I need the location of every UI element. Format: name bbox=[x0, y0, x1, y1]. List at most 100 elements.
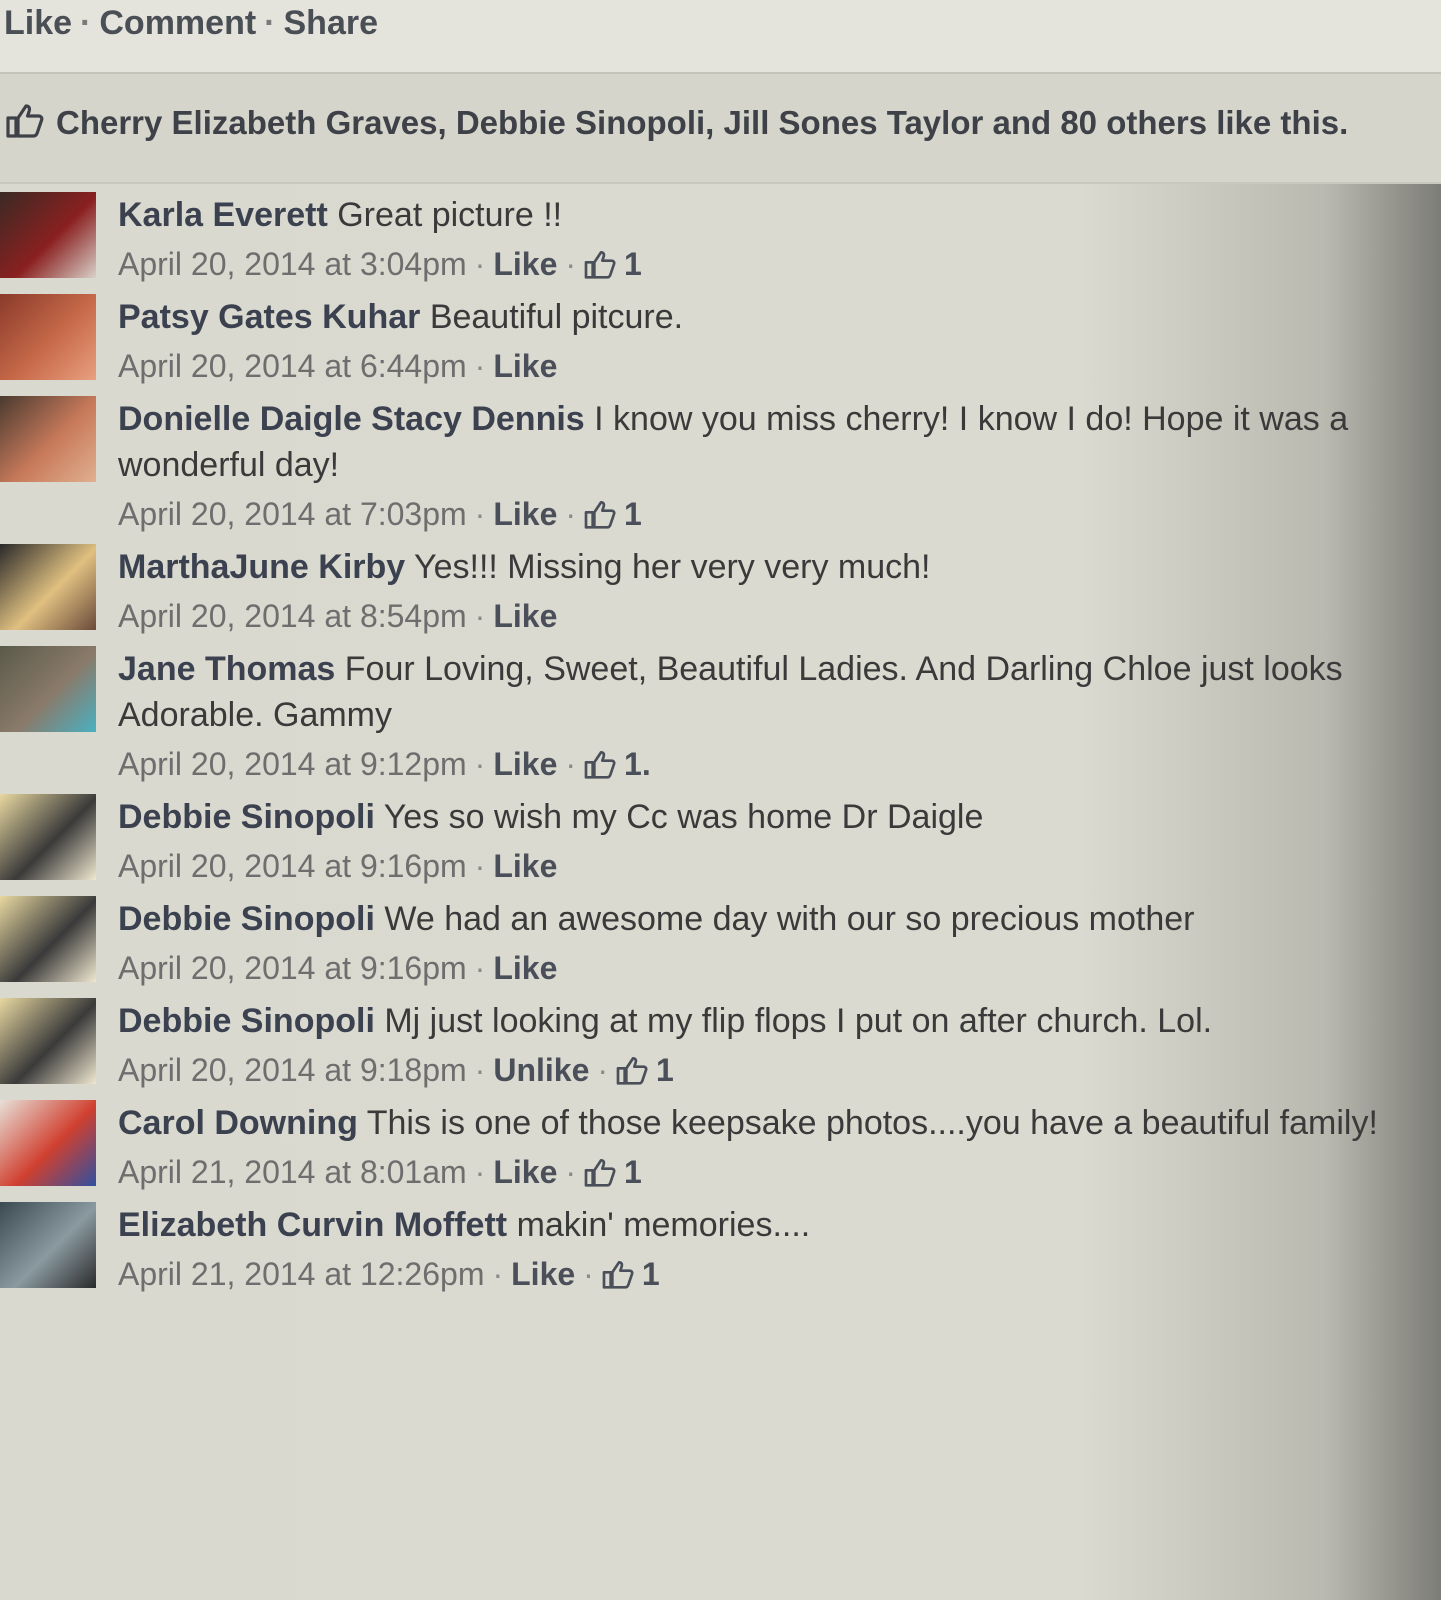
separator: · bbox=[597, 1052, 609, 1088]
separator: · bbox=[264, 4, 276, 42]
separator: · bbox=[565, 246, 577, 282]
comment-like-button[interactable]: Like bbox=[493, 950, 557, 986]
comment-timestamp[interactable]: April 20, 2014 at 9:12pm bbox=[118, 746, 467, 782]
like-count-thumbs-up-icon[interactable] bbox=[584, 246, 624, 282]
comment-author[interactable]: Carol Downing bbox=[118, 1104, 358, 1142]
like-count-thumbs-up-icon[interactable] bbox=[584, 746, 624, 782]
comment-like-count[interactable]: 1 bbox=[656, 1052, 674, 1088]
comment-like-button[interactable]: Like bbox=[493, 1154, 557, 1190]
like-count-thumbs-up-icon[interactable] bbox=[584, 1154, 624, 1190]
post-action-bar: Like · Comment · Share bbox=[0, 0, 1441, 74]
comment-text: Yes!!! Missing her very very much! bbox=[414, 548, 931, 586]
separator: · bbox=[474, 746, 486, 782]
comment-item: Karla Everett Great picture !! April 20, … bbox=[0, 184, 1441, 286]
comment-timestamp[interactable]: April 20, 2014 at 9:18pm bbox=[118, 1052, 467, 1088]
comment-text: Yes so wish my Cc was home Dr Daigle bbox=[383, 798, 984, 836]
comment-meta: April 20, 2014 at 9:12pm · Like · 1. bbox=[118, 742, 1401, 786]
comment-body: Debbie Sinopoli We had an awesome day wi… bbox=[118, 888, 1441, 990]
facebook-comments-screen: Like · Comment · Share Cherry Elizabeth Grav… bbox=[0, 0, 1441, 1600]
separator: · bbox=[474, 598, 486, 634]
comment-item: Donielle Daigle Stacy Dennis I know you … bbox=[0, 388, 1441, 536]
comment-author[interactable]: Debbie Sinopoli bbox=[118, 1002, 375, 1040]
avatar[interactable] bbox=[0, 646, 96, 732]
post-actions: Like · Comment · Share bbox=[4, 4, 378, 43]
comment-like-button[interactable]: Like bbox=[493, 348, 557, 384]
comment-like-button[interactable]: Like bbox=[493, 246, 557, 282]
separator: · bbox=[474, 848, 486, 884]
separator: · bbox=[80, 4, 92, 42]
comment-author[interactable]: Debbie Sinopoli bbox=[118, 900, 375, 938]
comment-text: makin' memories.... bbox=[516, 1206, 811, 1244]
comment-post-link[interactable]: Comment bbox=[99, 4, 256, 42]
comment-meta: April 20, 2014 at 9:16pm · Like bbox=[118, 946, 1401, 990]
comment-like-button[interactable]: Like bbox=[493, 598, 557, 634]
comment-like-count[interactable]: 1 bbox=[642, 1256, 660, 1292]
comment-timestamp[interactable]: April 20, 2014 at 3:04pm bbox=[118, 246, 467, 282]
like-count-thumbs-up-icon[interactable] bbox=[584, 496, 624, 532]
comment-author[interactable]: Jane Thomas bbox=[118, 650, 335, 688]
comment-timestamp[interactable]: April 20, 2014 at 9:16pm bbox=[118, 848, 467, 884]
comment-like-count[interactable]: 1. bbox=[624, 746, 651, 782]
comment-author[interactable]: Elizabeth Curvin Moffett bbox=[118, 1206, 507, 1244]
separator: · bbox=[474, 246, 486, 282]
comment-body: Elizabeth Curvin Moffett makin' memories… bbox=[118, 1194, 1441, 1296]
avatar[interactable] bbox=[0, 396, 96, 482]
comment-like-button[interactable]: Like bbox=[493, 848, 557, 884]
avatar[interactable] bbox=[0, 544, 96, 630]
comment-body: Karla Everett Great picture !! April 20, … bbox=[118, 184, 1441, 286]
share-post-link[interactable]: Share bbox=[284, 4, 379, 42]
avatar[interactable] bbox=[0, 998, 96, 1084]
comment-body: Debbie Sinopoli Yes so wish my Cc was ho… bbox=[118, 786, 1441, 888]
comment-like-button[interactable]: Like bbox=[511, 1256, 575, 1292]
separator: · bbox=[583, 1256, 594, 1292]
comment-author[interactable]: Debbie Sinopoli bbox=[118, 798, 375, 836]
comment-like-button[interactable]: Like bbox=[493, 746, 557, 782]
comment-author[interactable]: MarthaJune Kirby bbox=[118, 548, 405, 586]
avatar[interactable] bbox=[0, 794, 96, 880]
comment-text: Beautiful pitcure. bbox=[429, 298, 684, 336]
avatar[interactable] bbox=[0, 896, 96, 982]
comment-like-button[interactable]: Like bbox=[493, 496, 557, 532]
like-count-thumbs-up-icon[interactable] bbox=[616, 1052, 656, 1088]
separator: · bbox=[474, 1154, 486, 1190]
comment-timestamp[interactable]: April 21, 2014 at 8:01am bbox=[118, 1154, 467, 1190]
avatar[interactable] bbox=[0, 294, 96, 380]
separator: · bbox=[492, 1256, 504, 1292]
comment-timestamp[interactable]: April 20, 2014 at 7:03pm bbox=[118, 496, 467, 532]
comment-like-count[interactable]: 1 bbox=[624, 246, 642, 282]
comment-meta: April 20, 2014 at 9:18pm · Unlike · 1 bbox=[118, 1048, 1401, 1092]
comment-author[interactable]: Donielle Daigle Stacy Dennis bbox=[118, 400, 585, 438]
comment-like-button[interactable]: Unlike bbox=[493, 1052, 589, 1088]
comment-body: MarthaJune Kirby Yes!!! Missing her very… bbox=[118, 536, 1441, 638]
avatar[interactable] bbox=[0, 1100, 96, 1186]
comment-meta: April 20, 2014 at 6:44pm · Like bbox=[118, 344, 1401, 388]
comment-meta: April 20, 2014 at 7:03pm · Like · 1 bbox=[118, 492, 1401, 536]
like-count-thumbs-up-icon[interactable] bbox=[602, 1256, 642, 1292]
avatar[interactable] bbox=[0, 192, 96, 278]
comment-text: We had an awesome day with our so precio… bbox=[384, 900, 1195, 938]
comment-text: Mj just looking at my flip flops I put o… bbox=[384, 1002, 1213, 1040]
comment-list: Karla Everett Great picture !! April 20, … bbox=[0, 184, 1441, 1296]
separator: · bbox=[565, 496, 577, 532]
avatar[interactable] bbox=[0, 1202, 96, 1288]
separator: · bbox=[474, 950, 486, 986]
comment-timestamp[interactable]: April 20, 2014 at 9:16pm bbox=[118, 950, 467, 986]
comment-like-count[interactable]: 1 bbox=[624, 1154, 642, 1190]
comment-meta: April 21, 2014 at 12:26pm · Like · 1 bbox=[118, 1252, 1401, 1296]
comment-author[interactable]: Karla Everett bbox=[118, 196, 328, 234]
comment-item: Jane Thomas Four Loving, Sweet, Beautifu… bbox=[0, 638, 1441, 786]
comment-timestamp[interactable]: April 20, 2014 at 8:54pm bbox=[118, 598, 467, 634]
likes-summary-text[interactable]: Cherry Elizabeth Graves, Debbie Sinopoli… bbox=[56, 104, 1348, 142]
separator: · bbox=[474, 1052, 486, 1088]
comment-text: Great picture !! bbox=[337, 196, 563, 234]
comment-like-count[interactable]: 1 bbox=[624, 496, 642, 532]
likes-summary: Cherry Elizabeth Graves, Debbie Sinopoli… bbox=[0, 74, 1441, 184]
separator: · bbox=[474, 348, 486, 384]
comment-item: Carol Downing This is one of those keeps… bbox=[0, 1092, 1441, 1194]
comment-body: Carol Downing This is one of those keeps… bbox=[118, 1092, 1441, 1194]
comment-text: This is one of those keepsake photos....… bbox=[366, 1104, 1378, 1142]
comment-timestamp[interactable]: April 21, 2014 at 12:26pm bbox=[118, 1256, 484, 1292]
like-post-link[interactable]: Like bbox=[4, 4, 72, 42]
comment-author[interactable]: Patsy Gates Kuhar bbox=[118, 298, 420, 336]
comment-timestamp[interactable]: April 20, 2014 at 6:44pm bbox=[118, 348, 467, 384]
